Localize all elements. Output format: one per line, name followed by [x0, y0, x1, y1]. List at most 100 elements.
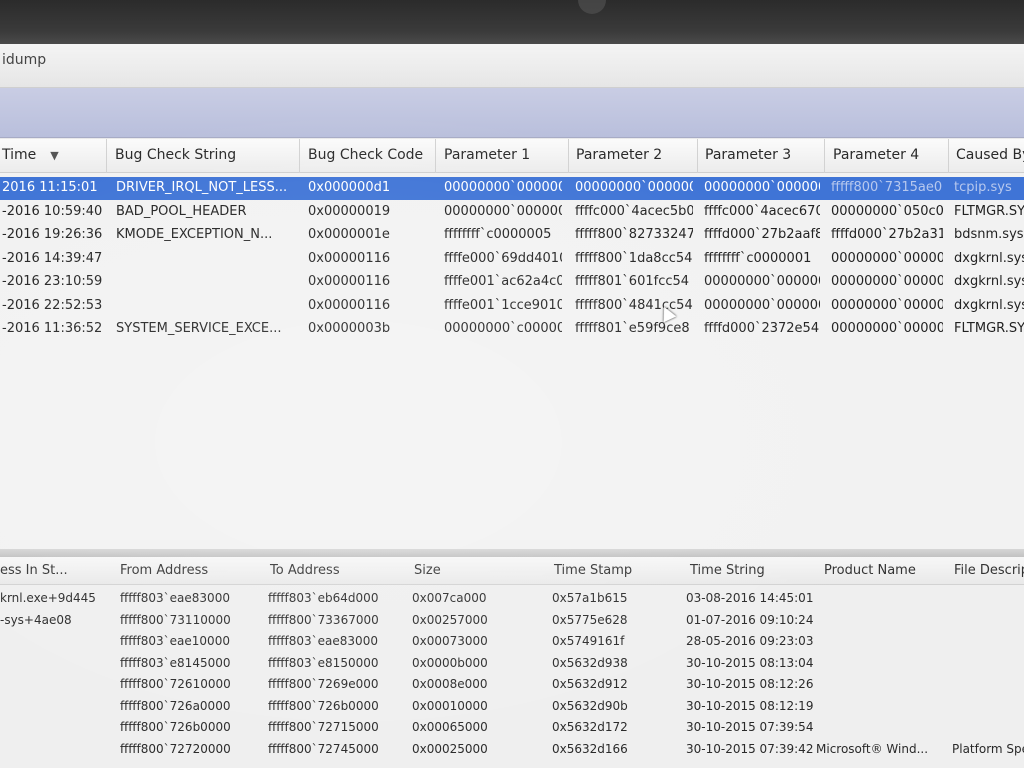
driver-cell-from: fffff803`eae83000: [120, 591, 230, 605]
driver-cell-stamp: 0x5749161f: [552, 634, 625, 648]
crash-cell-p3: 00000000`000000...: [704, 180, 820, 195]
crash-row[interactable]: -2016 23:10:59 0x00000116 ffffe001`ac62a4c…: [0, 271, 1024, 294]
crash-cell-p4: 00000000`000000...: [831, 321, 943, 336]
driver-cell-to: fffff800`7269e000: [268, 677, 379, 691]
column-header-address-in-stack[interactable]: ess In St...: [0, 563, 68, 578]
column-header-bug-check-code[interactable]: Bug Check Code: [308, 147, 423, 163]
column-header-bug-check-string[interactable]: Bug Check String: [115, 147, 236, 163]
crash-list-pane: Time ▼ Bug Check String Bug Check Code Pa…: [0, 139, 1024, 643]
column-divider[interactable]: [948, 139, 949, 173]
column-header-parameter-4[interactable]: Parameter 4: [833, 147, 919, 163]
column-divider[interactable]: [435, 139, 436, 173]
column-header-time[interactable]: Time ▼: [2, 147, 59, 163]
crash-row[interactable]: -2016 22:52:53 0x00000116 ffffe001`1cce901…: [0, 295, 1024, 318]
column-header-time-stamp[interactable]: Time Stamp: [554, 563, 632, 578]
crash-cell-caused-by: bdsnm.sys: [954, 227, 1024, 242]
driver-cell-stamp: 0x5632d166: [552, 741, 628, 756]
crash-cell-p3: ffffc000`4acec670: [704, 203, 820, 219]
crash-cell-code: 0x00000019: [308, 203, 391, 219]
crash-cell-bug-check-string: KMODE_EXCEPTION_N...: [116, 227, 273, 242]
crash-row[interactable]: -2016 11:36:52 SYSTEM_SERVICE_EXCE... 0x00…: [0, 318, 1024, 341]
crash-cell-p2: ffffc000`4acec5b0: [575, 203, 693, 219]
driver-cell-to: fffff803`e8150000: [268, 655, 379, 670]
driver-cell-size: 0x007ca000: [412, 591, 487, 605]
crash-cell-p2: fffff800`4841cc54: [575, 297, 693, 313]
crash-cell-time: -2016 10:59:40: [2, 203, 102, 219]
crash-cell-p3: 00000000`000000...: [704, 274, 820, 289]
column-header-product-name[interactable]: Product Name: [824, 563, 916, 578]
crash-cell-p2: fffff801`601fcc54: [575, 274, 690, 289]
crash-cell-bug-check-string: SYSTEM_SERVICE_EXCE...: [116, 321, 282, 336]
driver-cell-size: 0x0008e000: [412, 677, 488, 691]
crash-cell-time: -2016 22:52:53: [2, 297, 102, 313]
crash-cell-p1: 00000000`000000...: [444, 203, 562, 219]
crash-cell-caused-by: tcpip.sys: [954, 180, 1012, 195]
crash-cell-p2: 00000000`000000...: [575, 180, 693, 195]
driver-cell-from: fffff803`eae10000: [120, 634, 230, 648]
column-header-time-string[interactable]: Time String: [690, 563, 765, 578]
driver-cell-from: fffff800`726a0000: [120, 698, 231, 713]
column-divider[interactable]: [568, 139, 569, 173]
driver-row[interactable]: fffff800`726b0000 fffff800`72715000 0x0006…: [0, 718, 1024, 739]
driver-cell-from: fffff800`72720000: [120, 741, 231, 756]
crash-cell-p2: fffff801`e59f9ce8: [575, 321, 690, 336]
column-header-file-description[interactable]: File Descripti: [954, 563, 1024, 578]
crash-cell-p1: 00000000`000000...: [444, 180, 562, 195]
crash-cell-time: 2016 11:15:01: [2, 180, 98, 195]
driver-cell-time-string: 30-10-2015 08:12:19: [686, 698, 814, 713]
crash-cell-p1: ffffe000`69dd4010: [444, 250, 562, 266]
driver-cell-time-string: 03-08-2016 14:45:01: [686, 591, 814, 605]
crash-cell-p3: ffffffff`c0000001: [704, 250, 812, 266]
driver-cell-to: fffff800`72715000: [268, 720, 379, 734]
driver-cell-from: fffff800`72610000: [120, 677, 231, 691]
driver-cell-size: 0x00010000: [412, 698, 488, 713]
driver-row[interactable]: -sys+4ae08 fffff800`73110000 fffff800`7336…: [0, 611, 1024, 632]
driver-cell-time-string: 01-07-2016 09:10:24: [686, 612, 814, 627]
column-header-parameter-1[interactable]: Parameter 1: [444, 147, 530, 163]
crash-row[interactable]: -2016 14:39:47 0x00000116 ffffe000`69dd401…: [0, 248, 1024, 271]
driver-cell-time-string: 30-10-2015 08:12:26: [686, 677, 814, 691]
column-divider[interactable]: [824, 139, 825, 173]
driver-cell-to: fffff803`eb64d000: [268, 591, 379, 605]
driver-cell-size: 0x0000b000: [412, 655, 488, 670]
column-header-from-address[interactable]: From Address: [120, 563, 208, 578]
column-header-parameter-3[interactable]: Parameter 3: [705, 147, 791, 163]
driver-cell-from: fffff800`726b0000: [120, 720, 231, 734]
driver-cell-size: 0x00073000: [412, 634, 488, 648]
crash-cell-caused-by: FLTMGR.SYS: [954, 321, 1024, 336]
crash-list-header: Time ▼ Bug Check String Bug Check Code Pa…: [0, 139, 1024, 173]
crash-row[interactable]: -2016 19:26:36 KMODE_EXCEPTION_N... 0x0000…: [0, 224, 1024, 247]
driver-cell-addr-in-stack: -sys+4ae08: [0, 612, 72, 627]
driver-row[interactable]: fffff803`eae10000 fffff803`eae83000 0x0007…: [0, 632, 1024, 653]
driver-cell-desc: Platform Specif: [952, 741, 1024, 756]
crash-cell-time: -2016 14:39:47: [2, 250, 102, 266]
driver-row[interactable]: fffff803`e8145000 fffff803`e8150000 0x0000…: [0, 654, 1024, 675]
column-header-size[interactable]: Size: [414, 563, 441, 578]
driver-list-pane: ess In St... From Address To Address Siz…: [0, 557, 1024, 768]
title-bar: idump: [0, 44, 1024, 88]
crash-cell-p4: fffff800`7315ae08: [831, 180, 943, 195]
crash-row[interactable]: -2016 10:59:40 BAD_POOL_HEADER 0x00000019 0…: [0, 201, 1024, 224]
crash-cell-code: 0x00000116: [308, 250, 391, 266]
crash-cell-p3: ffffd000`2372e540: [704, 321, 820, 336]
window-title: idump: [2, 52, 47, 68]
column-divider[interactable]: [106, 139, 107, 173]
driver-row[interactable]: fffff800`72720000 fffff800`72745000 0x0002…: [0, 740, 1024, 761]
crash-cell-p2: fffff800`82733247: [575, 227, 693, 242]
crash-cell-caused-by: FLTMGR.SYS: [954, 203, 1024, 219]
crash-row[interactable]: 2016 11:15:01 DRIVER_IRQL_NOT_LESS... 0x00…: [0, 177, 1024, 200]
driver-row[interactable]: krnl.exe+9d445 fffff803`eae83000 fffff803`…: [0, 589, 1024, 610]
column-header-caused-by[interactable]: Caused By D: [956, 147, 1024, 163]
crash-cell-code: 0x00000116: [308, 297, 391, 313]
driver-row[interactable]: fffff800`72610000 fffff800`7269e000 0x0008…: [0, 675, 1024, 696]
pane-splitter[interactable]: [0, 549, 1024, 557]
column-header-parameter-2[interactable]: Parameter 2: [576, 147, 662, 163]
column-divider[interactable]: [299, 139, 300, 173]
driver-cell-time-string: 28-05-2016 09:23:03: [686, 634, 814, 648]
driver-cell-stamp: 0x5632d938: [552, 655, 628, 670]
driver-cell-to: fffff800`73367000: [268, 612, 379, 627]
driver-cell-stamp: 0x5775e628: [552, 612, 628, 627]
driver-row[interactable]: fffff800`726a0000 fffff800`726b0000 0x0001…: [0, 697, 1024, 718]
column-header-to-address[interactable]: To Address: [270, 563, 340, 578]
column-divider[interactable]: [697, 139, 698, 173]
